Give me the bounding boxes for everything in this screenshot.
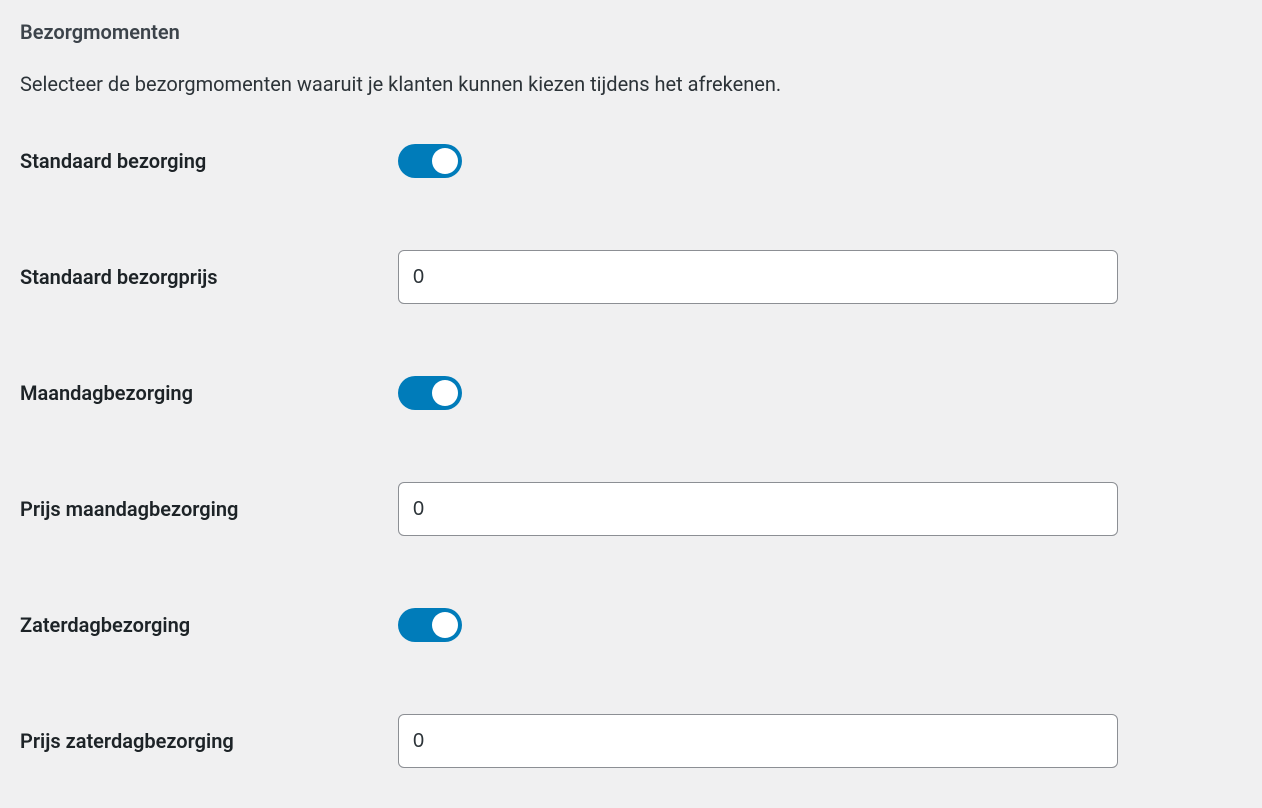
standard-delivery-row: Standaard bezorging — [20, 144, 1242, 178]
monday-delivery-row: Maandagbezorging — [20, 376, 1242, 410]
standard-delivery-label: Standaard bezorging — [20, 149, 398, 173]
section-description: Selecteer de bezorgmomenten waaruit je k… — [20, 72, 1242, 96]
monday-price-input[interactable] — [398, 482, 1118, 536]
saturday-delivery-label: Zaterdagbezorging — [20, 613, 398, 637]
saturday-price-label: Prijs zaterdagbezorging — [20, 729, 398, 753]
saturday-price-row: Prijs zaterdagbezorging — [20, 714, 1242, 768]
toggle-slider-icon — [398, 608, 462, 642]
settings-form: Standaard bezorging Standaard bezorgprij… — [20, 144, 1242, 768]
standard-price-input[interactable] — [398, 250, 1118, 304]
standard-delivery-toggle[interactable] — [398, 144, 462, 178]
saturday-delivery-row: Zaterdagbezorging — [20, 608, 1242, 642]
standard-price-label: Standaard bezorgprijs — [20, 265, 398, 289]
toggle-slider-icon — [398, 376, 462, 410]
saturday-price-input[interactable] — [398, 714, 1118, 768]
section-title: Bezorgmomenten — [20, 20, 1242, 44]
monday-delivery-label: Maandagbezorging — [20, 381, 398, 405]
standard-price-row: Standaard bezorgprijs — [20, 250, 1242, 304]
saturday-delivery-toggle[interactable] — [398, 608, 462, 642]
monday-price-row: Prijs maandagbezorging — [20, 482, 1242, 536]
monday-price-label: Prijs maandagbezorging — [20, 497, 398, 521]
monday-delivery-toggle[interactable] — [398, 376, 462, 410]
toggle-slider-icon — [398, 144, 462, 178]
